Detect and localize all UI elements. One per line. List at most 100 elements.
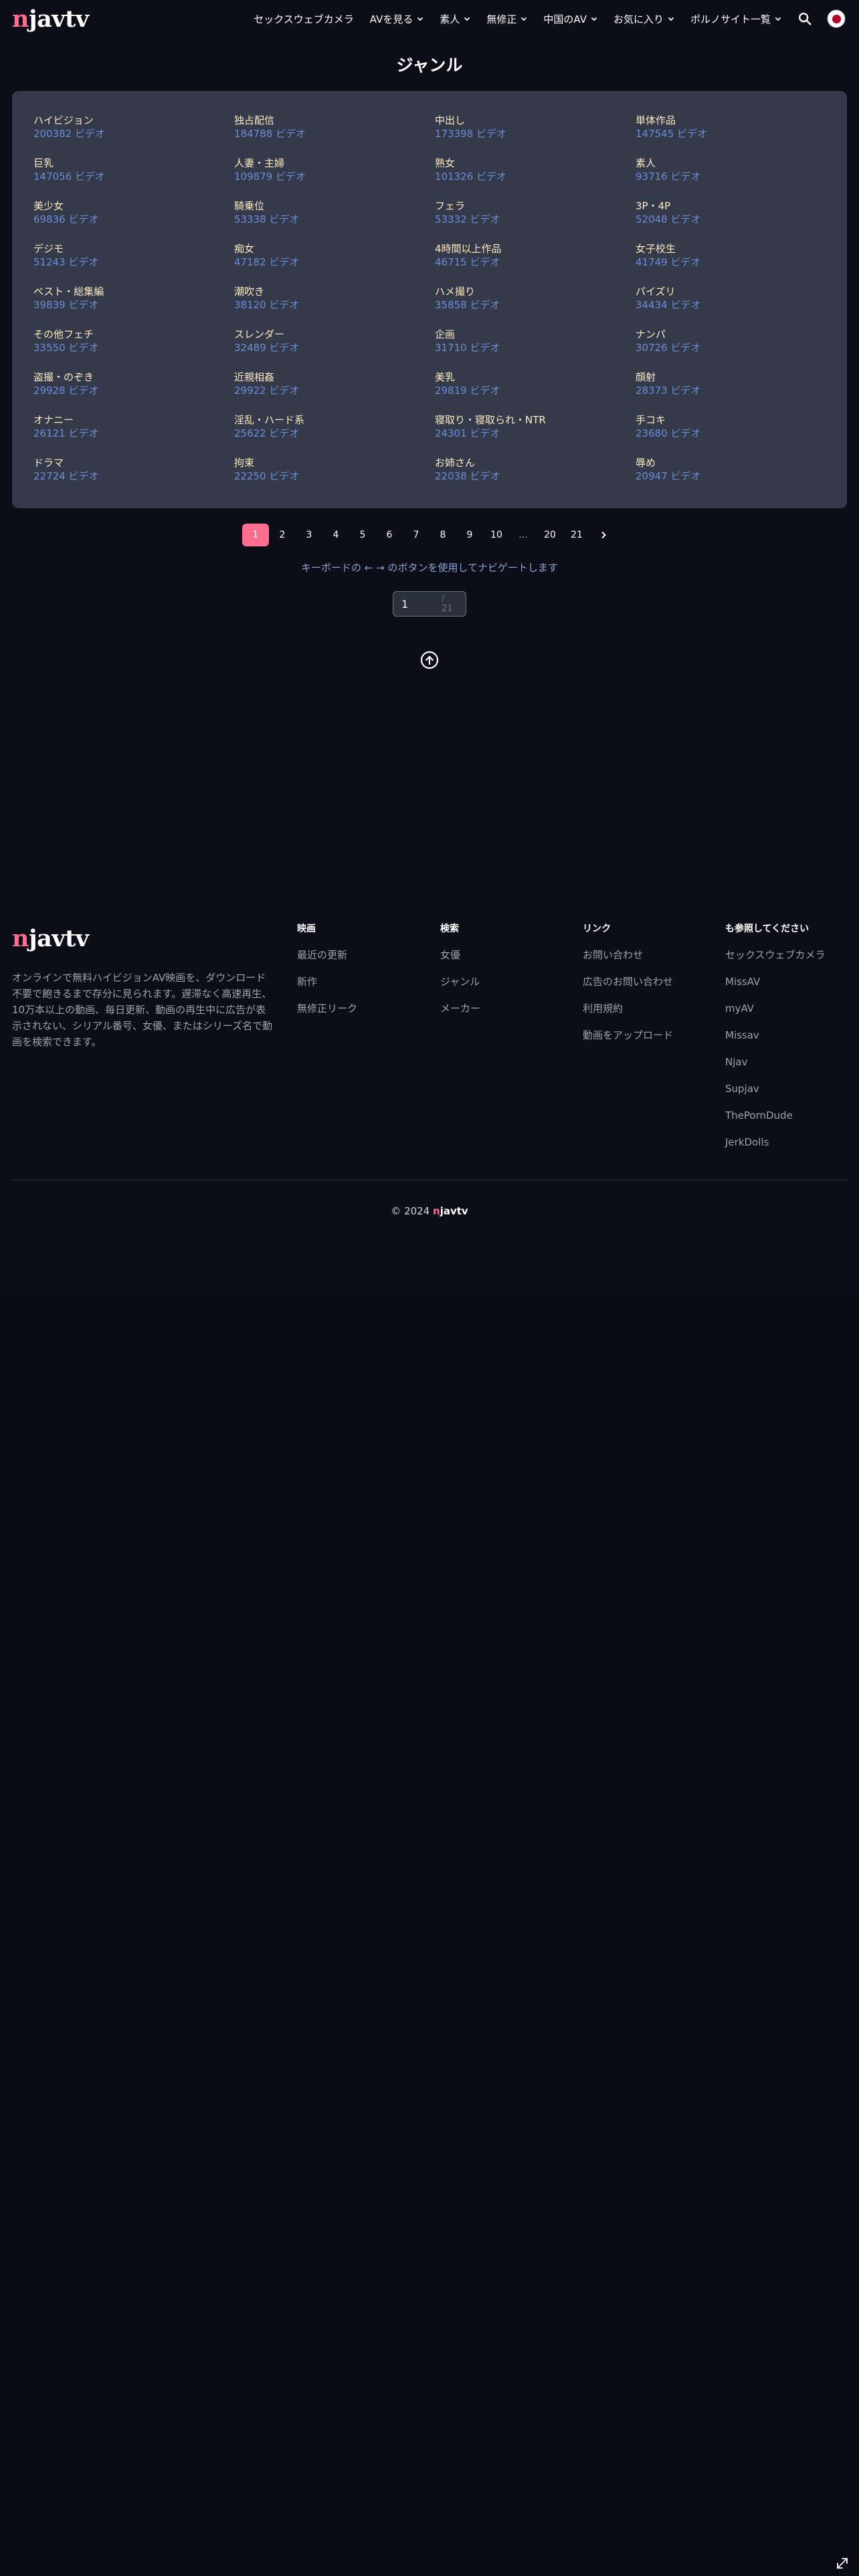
genre-item[interactable]: ハメ撮り 35858 ビデオ: [435, 285, 636, 328]
genre-item[interactable]: 辱め 20947 ビデオ: [636, 456, 836, 499]
footer-logo[interactable]: njavtv: [12, 927, 89, 950]
genre-item[interactable]: 淫乱・ハード系 25622 ビデオ: [234, 413, 435, 456]
genre-item[interactable]: パイズリ 34434 ビデオ: [636, 285, 836, 328]
genre-item[interactable]: 4時間以上作品 46715 ビデオ: [435, 242, 636, 285]
genre-item[interactable]: 痴女 47182 ビデオ: [234, 242, 435, 285]
genre-item[interactable]: オナニー 26121 ビデオ: [33, 413, 234, 456]
page-button-20[interactable]: 20: [537, 524, 563, 546]
footer-link[interactable]: ジャンル: [440, 975, 587, 988]
genre-item[interactable]: 美少女 69836 ビデオ: [33, 199, 234, 242]
page-button-2[interactable]: 2: [269, 524, 296, 546]
genre-name: 美乳: [435, 371, 456, 383]
main-nav: セックスウェブカメラ AVを見る 素人 無修正 中国のAV お気に入り ポルノサイト一覧: [246, 12, 789, 26]
genre-name: フェラ: [435, 200, 466, 212]
japan-flag-icon[interactable]: [827, 9, 846, 28]
genre-item[interactable]: その他フェチ 33550 ビデオ: [33, 328, 234, 370]
page-button-4[interactable]: 4: [322, 524, 349, 546]
genre-item[interactable]: 単体作品 147545 ビデオ: [636, 114, 836, 156]
resize-icon[interactable]: [835, 2556, 850, 2571]
nav-item-5[interactable]: お気に入り: [605, 12, 682, 26]
footer-link[interactable]: myAV: [725, 1002, 859, 1015]
site-logo[interactable]: njavtv: [12, 7, 89, 31]
footer-link[interactable]: ThePornDude: [725, 1109, 859, 1122]
nav-item-0[interactable]: セックスウェブカメラ: [246, 12, 362, 26]
genre-count: 25622 ビデオ: [234, 427, 300, 439]
nav-item-2[interactable]: 素人: [432, 12, 478, 26]
nav-item-4[interactable]: 中国のAV: [535, 12, 605, 26]
footer-link[interactable]: 最近の更新: [297, 948, 444, 962]
page-button-6[interactable]: 6: [376, 524, 403, 546]
genre-item[interactable]: 女子校生 41749 ビデオ: [636, 242, 836, 285]
genre-item[interactable]: 騎乗位 53338 ビデオ: [234, 199, 435, 242]
genre-item[interactable]: 熟女 101326 ビデオ: [435, 156, 636, 199]
genre-count: 29922 ビデオ: [234, 385, 300, 397]
footer-link[interactable]: 動画をアップロード: [583, 1029, 730, 1042]
genre-name: 独占配信: [234, 114, 275, 126]
genre-item[interactable]: 巨乳 147056 ビデオ: [33, 156, 234, 199]
footer-link[interactable]: Missav: [725, 1029, 859, 1042]
genre-grid: ハイビジョン 200382 ビデオ 独占配信 184788 ビデオ 中出し 173398 …: [12, 91, 847, 508]
page-input[interactable]: [401, 597, 442, 611]
page-button-8[interactable]: 8: [430, 524, 456, 546]
genre-item[interactable]: スレンダー 32489 ビデオ: [234, 328, 435, 370]
genre-item[interactable]: ベスト・総集編 39839 ビデオ: [33, 285, 234, 328]
genre-item[interactable]: 3P・4P 52048 ビデオ: [636, 199, 836, 242]
genre-count: 101326 ビデオ: [435, 171, 507, 183]
genre-item[interactable]: ナンパ 30726 ビデオ: [636, 328, 836, 370]
genre-count: 35858 ビデオ: [435, 299, 500, 311]
footer-link[interactable]: 女優: [440, 948, 587, 962]
genre-item[interactable]: ドラマ 22724 ビデオ: [33, 456, 234, 499]
genre-item[interactable]: 企画 31710 ビデオ: [435, 328, 636, 370]
footer-link[interactable]: 利用規約: [583, 1002, 730, 1015]
page-button-9[interactable]: 9: [456, 524, 483, 546]
genre-item[interactable]: 素人 93716 ビデオ: [636, 156, 836, 199]
footer-link[interactable]: 広告のお問い合わせ: [583, 975, 730, 988]
page-button-10[interactable]: 10: [483, 524, 510, 546]
genre-item[interactable]: 人妻・主婦 109879 ビデオ: [234, 156, 435, 199]
genre-count: 28373 ビデオ: [636, 385, 701, 397]
genre-item[interactable]: 盗撮・のぞき 29928 ビデオ: [33, 370, 234, 413]
page-button-1[interactable]: 1: [242, 524, 269, 546]
footer-link[interactable]: MissAV: [725, 975, 859, 988]
genre-item[interactable]: 手コキ 23680 ビデオ: [636, 413, 836, 456]
genre-count: 53338 ビデオ: [234, 213, 300, 225]
genre-item[interactable]: デジモ 51243 ビデオ: [33, 242, 234, 285]
genre-item[interactable]: お姉さん 22038 ビデオ: [435, 456, 636, 499]
next-page-button[interactable]: [590, 524, 617, 546]
genre-item[interactable]: 潮吹き 38120 ビデオ: [234, 285, 435, 328]
footer-column-2: リンク お問い合わせ 広告のお問い合わせ 利用規約 動画をアップロード: [583, 922, 730, 1055]
footer-link[interactable]: セックスウェブカメラ: [725, 948, 859, 962]
genre-count: 147056 ビデオ: [33, 171, 106, 183]
genre-item[interactable]: 中出し 173398 ビデオ: [435, 114, 636, 156]
footer-link[interactable]: 新作: [297, 975, 444, 988]
genre-name: 中出し: [435, 114, 466, 126]
genre-item[interactable]: 独占配信 184788 ビデオ: [234, 114, 435, 156]
nav-item-3[interactable]: 無修正: [478, 12, 535, 26]
footer-link[interactable]: 無修正リーク: [297, 1002, 444, 1015]
genre-count: 31710 ビデオ: [435, 342, 500, 354]
footer-link[interactable]: JerkDolls: [725, 1136, 859, 1149]
genre-item[interactable]: 寝取り・寝取られ・NTR 24301 ビデオ: [435, 413, 636, 456]
page-button-7[interactable]: 7: [403, 524, 430, 546]
page-button-3[interactable]: 3: [296, 524, 322, 546]
nav-item-6[interactable]: ポルノサイト一覧: [682, 12, 789, 26]
genre-item[interactable]: 近親相姦 29922 ビデオ: [234, 370, 435, 413]
footer-link[interactable]: メーカー: [440, 1002, 587, 1015]
genre-count: 39839 ビデオ: [33, 299, 99, 311]
footer-link[interactable]: Supjav: [725, 1082, 859, 1095]
genre-name: その他フェチ: [33, 328, 94, 340]
arrow-up-circle-icon[interactable]: [419, 650, 440, 670]
footer-link[interactable]: お問い合わせ: [583, 948, 730, 962]
genre-item[interactable]: ハイビジョン 200382 ビデオ: [33, 114, 234, 156]
search-icon[interactable]: [797, 11, 812, 26]
genre-item[interactable]: フェラ 53332 ビデオ: [435, 199, 636, 242]
page-button-5[interactable]: 5: [349, 524, 376, 546]
nav-item-1[interactable]: AVを見る: [362, 12, 432, 26]
genre-item[interactable]: 美乳 29819 ビデオ: [435, 370, 636, 413]
pagination: 1 2 3 4 5 6 7 8 9 10... 20 21: [0, 522, 859, 548]
page-button-21[interactable]: 21: [563, 524, 590, 546]
footer-link[interactable]: Njav: [725, 1055, 859, 1069]
genre-item[interactable]: 顔射 28373 ビデオ: [636, 370, 836, 413]
genre-item[interactable]: 拘束 22250 ビデオ: [234, 456, 435, 499]
genre-name: お姉さん: [435, 457, 476, 469]
